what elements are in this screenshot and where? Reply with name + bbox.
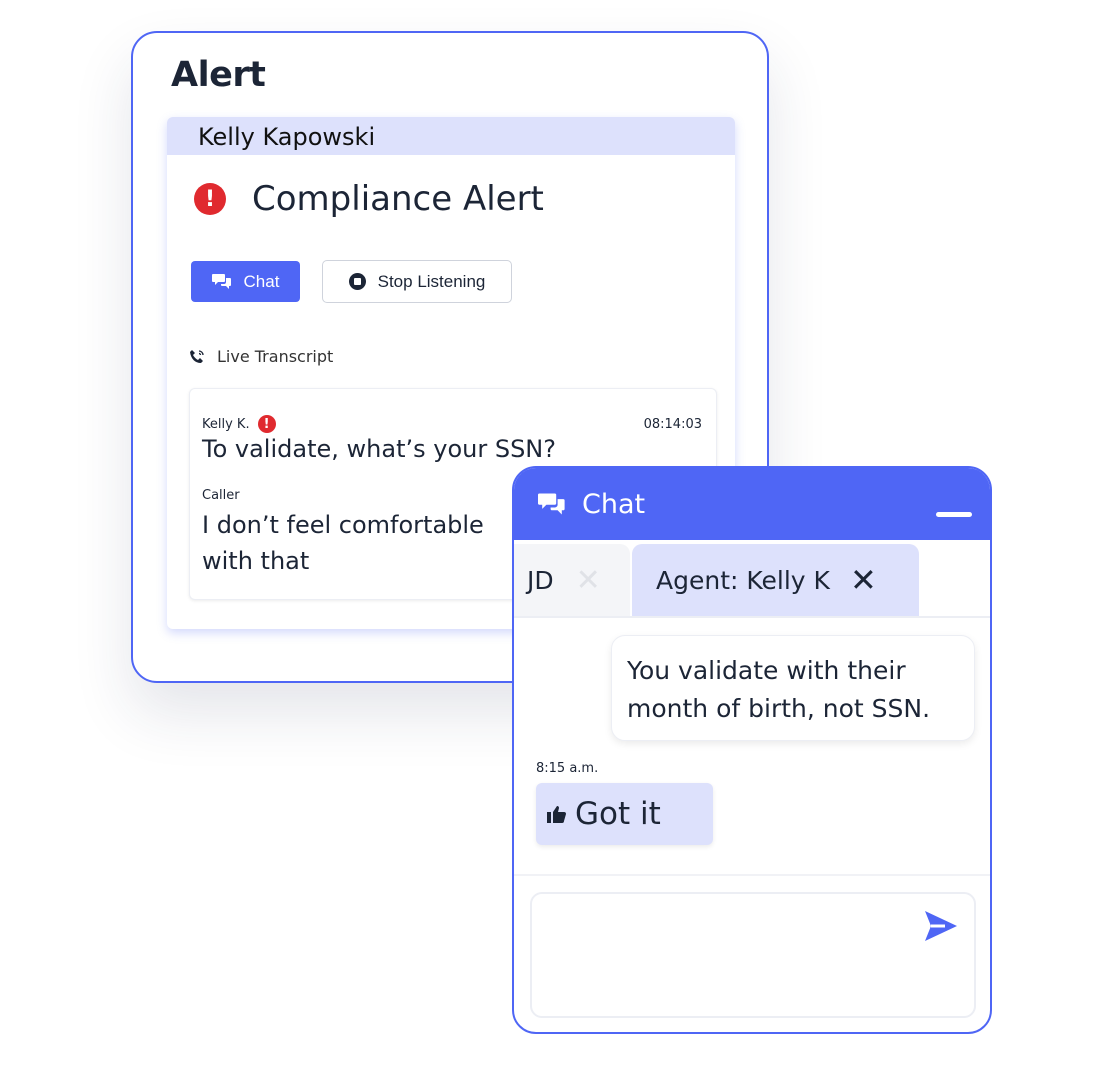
message-outgoing: You validate with their month of birth, … — [611, 635, 975, 741]
speaker-name: Kelly K. — [202, 416, 250, 432]
utterance-text: To validate, what’s your SSN? — [202, 435, 556, 463]
send-button[interactable] — [924, 910, 958, 945]
send-icon — [925, 911, 957, 941]
minimize-button[interactable] — [936, 512, 972, 517]
stop-listening-label: Stop Listening — [377, 271, 486, 291]
close-icon[interactable]: ✕ — [850, 561, 877, 599]
chat-button-label: Chat — [243, 271, 280, 291]
divider — [514, 874, 990, 876]
compliance-alert: ! Compliance Alert — [194, 179, 544, 219]
speaker-label: Caller — [202, 488, 240, 503]
agent-name: Kelly Kapowski — [167, 117, 735, 155]
message-text: Got it — [575, 796, 661, 832]
alert-title: Alert — [171, 55, 266, 95]
stop-icon — [348, 273, 366, 290]
message-input[interactable] — [532, 894, 974, 1016]
chat-title: Chat — [582, 488, 646, 520]
live-transcript-label: Live Transcript — [217, 347, 334, 366]
chat-button[interactable]: Chat — [191, 261, 300, 302]
tab-label: JD — [527, 565, 554, 595]
thumbs-up-icon — [547, 806, 566, 823]
chat-tabs: JD ✕ Agent: Kelly K ✕ — [514, 544, 990, 618]
tab-label: Agent: Kelly K — [656, 565, 830, 595]
chat-window: Chat JD ✕ Agent: Kelly K ✕ You validate … — [512, 466, 992, 1034]
chat-bubbles-icon — [211, 274, 231, 289]
tab-jd[interactable]: JD ✕ — [514, 544, 630, 616]
speaker-name: Caller — [202, 488, 240, 503]
stop-listening-button[interactable]: Stop Listening — [322, 260, 512, 303]
alert-type-label: Compliance Alert — [252, 179, 544, 219]
exclamation-circle-icon: ! — [194, 183, 226, 215]
chat-header: Chat — [514, 468, 990, 540]
utterance-time: 08:14:03 — [643, 417, 702, 432]
chat-bubbles-icon — [538, 493, 565, 515]
message-composer — [530, 892, 976, 1018]
tab-agent-kelly[interactable]: Agent: Kelly K ✕ — [632, 544, 919, 616]
utterance-text: I don’t feel comfortable with that — [202, 511, 484, 575]
phone-ringing-icon — [190, 349, 204, 363]
live-transcript-heading: Live Transcript — [189, 347, 333, 366]
close-icon[interactable]: ✕ — [576, 563, 601, 598]
message-time: 8:15 a.m. — [536, 761, 599, 776]
message-incoming: Got it — [536, 783, 713, 845]
